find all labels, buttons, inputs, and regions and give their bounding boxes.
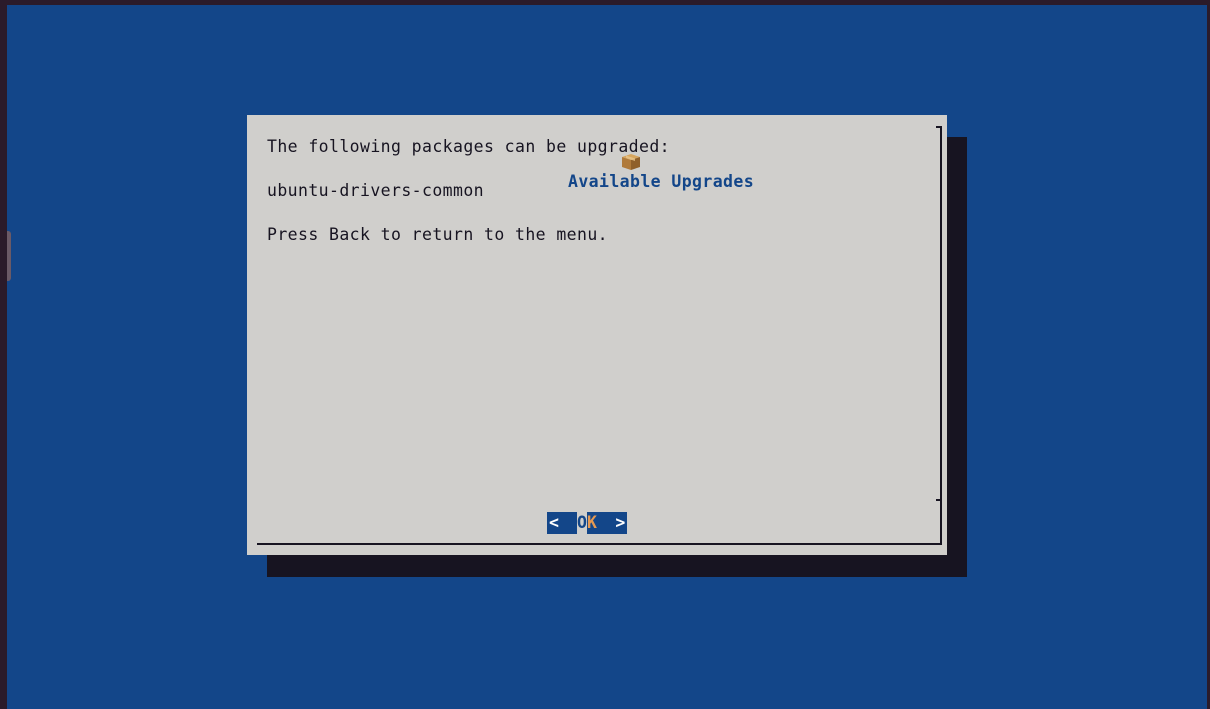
ok-button[interactable]: K > bbox=[587, 512, 627, 534]
ok-button-first-letter[interactable]: O bbox=[577, 512, 587, 534]
dialog-frame-right bbox=[940, 126, 942, 544]
dialog-text-intro: The following packages can be upgraded: bbox=[267, 137, 671, 156]
upgrades-dialog: Available Upgrades The following package… bbox=[247, 115, 947, 555]
dialog-frame-separator bbox=[936, 499, 941, 501]
ok-button-close-bracket: > bbox=[615, 513, 626, 532]
window-edge-tab bbox=[7, 231, 11, 281]
dialog-title: Available Upgrades bbox=[477, 116, 754, 210]
dialog-frame-corner bbox=[936, 126, 941, 128]
ok-button-open-bracket: < bbox=[549, 513, 560, 532]
ok-button-hotkey: K bbox=[587, 513, 598, 532]
dialog-frame-bottom bbox=[257, 543, 942, 545]
dialog-text-hint: Press Back to return to the menu. bbox=[267, 225, 609, 244]
package-name: ubuntu-drivers-common bbox=[267, 181, 485, 200]
terminal-window: Available Upgrades The following package… bbox=[7, 5, 1207, 709]
ok-button-left[interactable]: < bbox=[547, 512, 577, 534]
